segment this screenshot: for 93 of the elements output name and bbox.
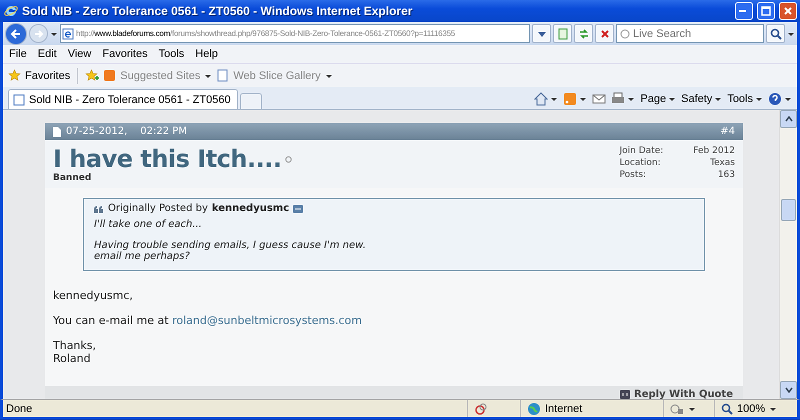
search-field[interactable]: Live Search bbox=[616, 24, 764, 43]
caret-icon[interactable] bbox=[688, 406, 696, 412]
info-label: Location: bbox=[620, 157, 662, 169]
info-label: Join Date: bbox=[620, 145, 664, 157]
minimize-button[interactable] bbox=[735, 2, 753, 20]
favorites-button[interactable]: Favorites bbox=[8, 69, 70, 82]
quote-attribution: Originally Posted by bbox=[108, 203, 208, 214]
menu-item[interactable]: Help bbox=[191, 48, 225, 60]
compatibility-button[interactable] bbox=[553, 24, 572, 43]
quote-text: I'll take one of each... bbox=[94, 219, 203, 230]
quote-author: kennedyusmc bbox=[212, 203, 290, 214]
page-icon bbox=[13, 94, 25, 106]
caret-icon bbox=[769, 406, 778, 412]
caret-icon bbox=[714, 96, 722, 102]
info-value: 163 bbox=[716, 169, 735, 181]
page-icon bbox=[216, 69, 230, 82]
command-menu[interactable]: Page bbox=[640, 93, 676, 105]
forward-arrow-icon bbox=[34, 28, 44, 38]
menu-item[interactable]: Favorites bbox=[98, 48, 155, 60]
feeds-button[interactable] bbox=[563, 92, 588, 106]
caret-icon bbox=[668, 96, 676, 102]
caret-icon bbox=[550, 96, 558, 102]
maximize-icon bbox=[761, 6, 771, 16]
globe-icon bbox=[527, 402, 541, 416]
caret-icon bbox=[755, 96, 763, 102]
print-button[interactable] bbox=[611, 92, 636, 106]
document-icon bbox=[53, 126, 61, 136]
dropdown-caret-icon[interactable] bbox=[50, 30, 58, 36]
message-text: Thanks, Roland bbox=[53, 339, 98, 365]
info-label: Posts: bbox=[620, 169, 648, 181]
search-icon bbox=[770, 28, 782, 40]
caret-icon bbox=[324, 72, 333, 78]
caret-icon bbox=[579, 96, 588, 102]
minimize-icon bbox=[739, 10, 749, 12]
mail-icon[interactable] bbox=[592, 93, 606, 105]
caret-icon bbox=[204, 72, 212, 78]
scroll-up-icon bbox=[784, 116, 792, 122]
view-post-icon[interactable] bbox=[293, 204, 304, 212]
command-menu[interactable]: Safety bbox=[681, 93, 722, 105]
email-link[interactable]: roland@sunbeltmicrosystems.com bbox=[172, 314, 362, 327]
search-button[interactable] bbox=[766, 24, 785, 43]
post-time: 02:22 PM bbox=[140, 126, 187, 137]
message-text: kennedyusmc, bbox=[53, 289, 134, 302]
refresh-button[interactable] bbox=[574, 24, 593, 43]
maximize-button[interactable] bbox=[757, 2, 775, 20]
search-engine-icon bbox=[620, 28, 630, 38]
menu-item[interactable]: File bbox=[5, 48, 34, 60]
browser-tab[interactable]: Sold NIB - Zero Tolerance 0561 - ZT0560 bbox=[8, 89, 238, 109]
magnifier-icon bbox=[721, 402, 733, 414]
home-icon bbox=[534, 92, 548, 106]
close-icon bbox=[783, 6, 793, 16]
command-menu[interactable]: Tools bbox=[727, 93, 763, 105]
stop-icon bbox=[598, 28, 610, 40]
quote-marks-icon bbox=[94, 204, 104, 212]
tile-icon bbox=[103, 69, 116, 82]
user-title: Banned bbox=[53, 173, 92, 183]
print-icon bbox=[611, 92, 626, 106]
close-button[interactable] bbox=[779, 2, 797, 20]
address-field[interactable]: http://www.bladeforums.com/forums/showthread.php/976875-Sold-NIB-Zero-Tolerance-0561-ZT0560?p=11116355 bbox=[60, 24, 530, 43]
back-button[interactable] bbox=[5, 22, 27, 44]
info-value: Texas bbox=[709, 157, 735, 169]
message-text: You can e-mail me at roland@sunbeltmicrosystems.com bbox=[53, 314, 363, 327]
help-button[interactable] bbox=[768, 92, 792, 106]
ie-logo-icon bbox=[4, 4, 18, 18]
help-icon bbox=[768, 92, 782, 106]
zoom-button[interactable]: 100% bbox=[714, 400, 797, 417]
vertical-scrollbar[interactable] bbox=[779, 110, 797, 399]
caret-icon bbox=[784, 96, 792, 102]
add-favorite-icon[interactable] bbox=[85, 69, 100, 82]
feeds-icon bbox=[563, 92, 578, 106]
caret-icon bbox=[627, 96, 636, 102]
scroll-down-icon bbox=[784, 387, 792, 393]
window-title: Sold NIB - Zero Tolerance 0561 - ZT0560 - Windows Internet Explorer bbox=[22, 4, 414, 18]
stop-button[interactable] bbox=[595, 24, 614, 43]
status-text: Done bbox=[5, 402, 34, 414]
dropdown-caret-icon[interactable] bbox=[787, 30, 795, 36]
home-button[interactable] bbox=[534, 92, 558, 106]
menu-item[interactable]: Tools bbox=[154, 48, 192, 60]
page-icon bbox=[62, 28, 74, 40]
page-icon bbox=[556, 28, 568, 40]
back-arrow-icon bbox=[10, 28, 22, 40]
post-date: 07-25-2012, bbox=[66, 126, 128, 137]
reply-with-quote-button[interactable]: Reply With Quote bbox=[620, 388, 733, 399]
star-icon bbox=[8, 69, 21, 82]
security-zone: Internet bbox=[545, 402, 582, 414]
menu-item[interactable]: View bbox=[64, 48, 98, 60]
quote-text: Having trouble sending emails, I guess cause I'm new. email me perhaps? bbox=[94, 240, 367, 262]
scrollbar-thumb[interactable] bbox=[781, 198, 796, 220]
menu-item[interactable]: Edit bbox=[34, 48, 64, 60]
address-dropdown-button[interactable] bbox=[532, 24, 551, 43]
username-link[interactable]: I have this Itch.... bbox=[53, 145, 292, 173]
info-value: Feb 2012 bbox=[693, 145, 735, 157]
refresh-icon bbox=[578, 28, 590, 40]
